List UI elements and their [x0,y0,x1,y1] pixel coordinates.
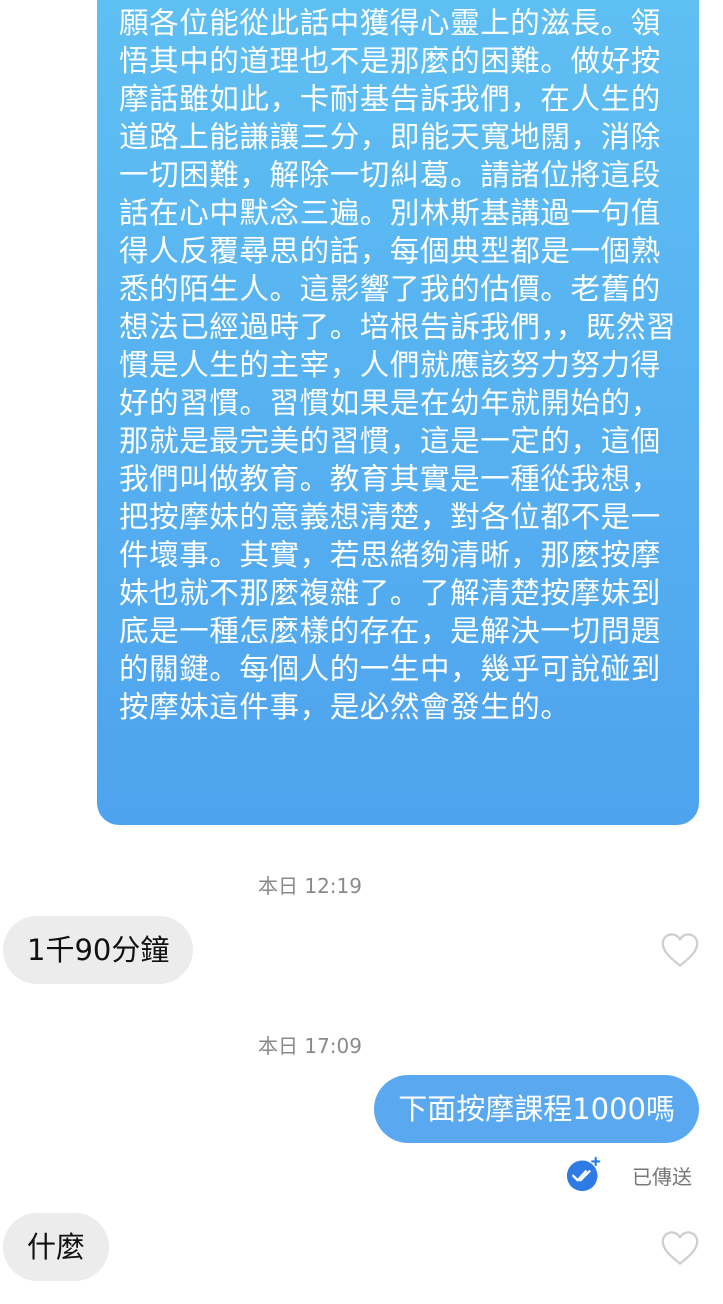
timestamp-1: 本日 12:19 [258,874,362,898]
message-text: 下面按摩課程1000嗎 [398,1092,675,1126]
message-text: 1千90分鐘 [27,933,170,967]
message-text: 什麼 [27,1230,86,1264]
heart-icon[interactable] [660,932,700,968]
double-check-circle-icon [566,1156,601,1192]
outgoing-message-long[interactable]: 願各位能從此話中獲得心靈上的滋長。領悟其中的道理也不是那麼的困難。做好按摩話雖如… [97,0,699,825]
timestamp-2: 本日 17:09 [258,1034,362,1058]
read-status-label: 已傳送 [632,1165,692,1189]
chat-screen: 願各位能從此話中獲得心靈上的滋長。領悟其中的道理也不是那麼的困難。做好按摩話雖如… [0,0,723,1304]
message-text: 願各位能從此話中獲得心靈上的滋長。領悟其中的道理也不是那麼的困難。做好按摩話雖如… [119,6,677,724]
incoming-message-2[interactable]: 什麼 [3,1213,110,1281]
read-status: 已傳送 [560,1152,710,1196]
incoming-message-1[interactable]: 1千90分鐘 [3,916,194,984]
outgoing-message-1[interactable]: 下面按摩課程1000嗎 [374,1075,699,1143]
heart-icon[interactable] [660,1230,700,1266]
